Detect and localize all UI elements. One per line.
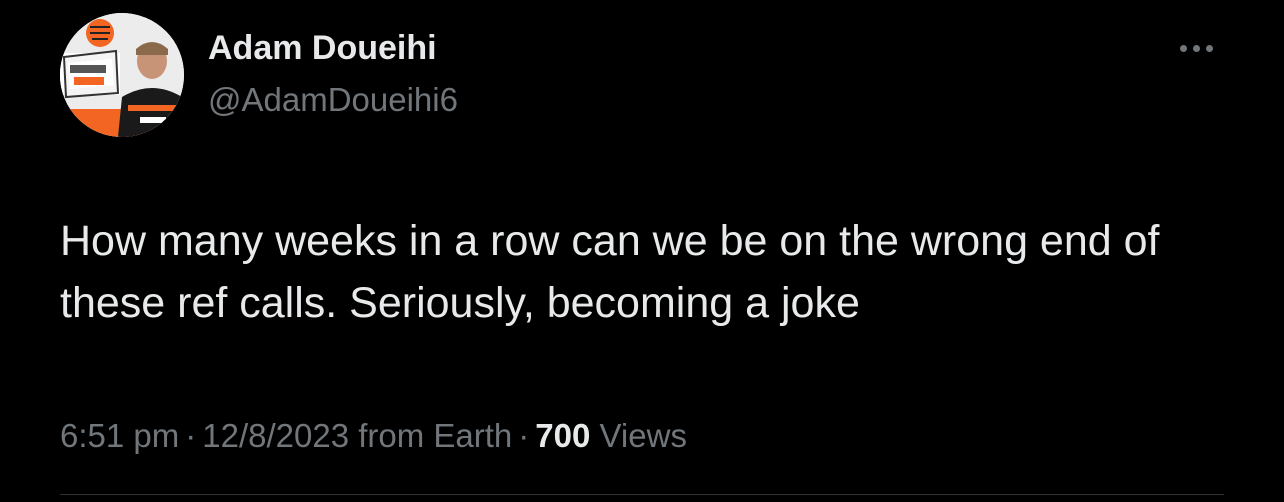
tweet-detail: Adam Doueihi @AdamDoueihi6 How many week… <box>0 0 1284 502</box>
tweet-metadata: 6:51 pm · 12/8/2023 from Earth · 700 Views <box>60 414 687 458</box>
author-handle[interactable]: @AdamDoueihi6 <box>208 80 458 120</box>
tweet-time[interactable]: 6:51 pm <box>60 417 179 454</box>
views-label[interactable]: Views <box>600 417 687 454</box>
separator: · <box>518 417 530 454</box>
avatar[interactable] <box>60 13 184 137</box>
divider <box>60 494 1224 495</box>
more-horizontal-icon <box>1179 44 1187 52</box>
tweet-text: How many weeks in a row can we be on the… <box>60 217 1160 327</box>
more-horizontal-icon-dot <box>1192 44 1200 52</box>
tweet-source: from Earth <box>358 417 513 454</box>
views-count[interactable]: 700 <box>535 417 590 454</box>
more-options-button[interactable] <box>1168 30 1224 66</box>
separator: · <box>185 417 197 454</box>
tweet-date[interactable]: 12/8/2023 <box>202 417 349 454</box>
author-display-name[interactable]: Adam Doueihi <box>208 28 437 68</box>
more-horizontal-icon-dot <box>1205 44 1213 52</box>
avatar-photo <box>60 13 184 137</box>
